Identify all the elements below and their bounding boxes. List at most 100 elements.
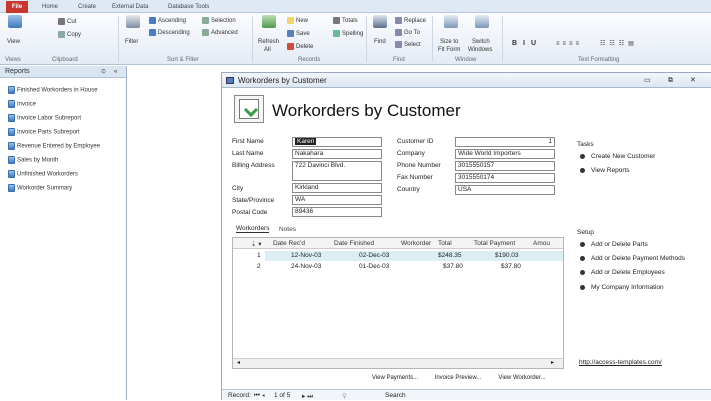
- company-information-link[interactable]: My Company Information: [580, 284, 664, 291]
- billing-address-field[interactable]: 722 Davinci Blvd.: [292, 161, 382, 181]
- nav-item-report[interactable]: Invoice Labor Subreport: [8, 114, 81, 122]
- nav-item-report[interactable]: Invoice Parts Subreport: [8, 128, 80, 136]
- report-icon: [8, 128, 15, 136]
- tab-home[interactable]: Home: [42, 1, 58, 13]
- add-delete-payment-methods-link[interactable]: Add or Delete Payment Methods: [580, 255, 685, 262]
- restore-icon[interactable]: ⧉: [668, 73, 673, 88]
- row-number: 1: [257, 252, 261, 259]
- refresh-button[interactable]: Refresh: [258, 38, 279, 46]
- tab-notes[interactable]: Notes: [279, 226, 296, 233]
- group-label-views: Views: [5, 57, 21, 63]
- nav-item-report[interactable]: Sales by Month: [8, 156, 58, 164]
- nav-item-report[interactable]: Invoice: [8, 100, 36, 108]
- binoculars-icon[interactable]: [373, 15, 387, 28]
- customer-id-field[interactable]: 1: [455, 137, 555, 147]
- country-field[interactable]: USA: [455, 185, 555, 195]
- close-icon[interactable]: ✕: [690, 73, 696, 88]
- phone-field[interactable]: 3015550157: [455, 161, 555, 171]
- record-position[interactable]: 1 of 5: [274, 392, 290, 399]
- list-format-buttons[interactable]: ☷☷☷▤: [600, 40, 638, 48]
- column-header-select[interactable]: ⇣ ▾: [251, 240, 262, 248]
- column-header-date-recd[interactable]: Date Rec'd: [273, 240, 305, 247]
- chevron-down-icon[interactable]: ⊙: [101, 66, 106, 78]
- nav-item-report[interactable]: Unfinished Workorders: [8, 170, 78, 178]
- row-date-recd: 12-Nov-03: [291, 252, 322, 259]
- filter-button[interactable]: Filter: [125, 38, 138, 46]
- column-header-workorder[interactable]: Workorder: [401, 240, 431, 247]
- copy-button[interactable]: Copy: [58, 31, 81, 39]
- view-icon[interactable]: [8, 15, 22, 28]
- new-record-button[interactable]: New: [287, 17, 308, 25]
- size-to-fit-icon[interactable]: [444, 15, 458, 28]
- view-button[interactable]: View: [7, 38, 20, 46]
- select-button[interactable]: Select: [395, 41, 421, 49]
- nav-item-report[interactable]: Workorder Summary: [8, 184, 72, 192]
- search-input[interactable]: Search: [385, 392, 406, 399]
- report-icon: [8, 114, 15, 122]
- column-header-total[interactable]: Total: [438, 240, 452, 247]
- column-header-amount[interactable]: Amou: [533, 240, 550, 247]
- find-button[interactable]: Find: [374, 38, 386, 46]
- add-delete-employees-link[interactable]: Add or Delete Employees: [580, 269, 665, 276]
- view-payments-button[interactable]: View Payments...: [367, 373, 423, 383]
- column-header-total-payment[interactable]: Total Payment: [474, 240, 515, 247]
- add-delete-parts-link[interactable]: Add or Delete Parts: [580, 241, 648, 248]
- sigma-icon: [333, 17, 340, 24]
- selection-button[interactable]: Selection: [202, 17, 236, 25]
- first-name-value: Karen: [295, 138, 317, 145]
- filter-icon[interactable]: [126, 15, 140, 28]
- text-format-buttons[interactable]: BIU: [512, 40, 542, 48]
- row-total: $248.35: [438, 252, 462, 259]
- totals-label: Totals: [342, 18, 358, 25]
- column-header-date-finished[interactable]: Date Finished: [334, 240, 374, 247]
- delete-button[interactable]: Delete: [287, 43, 313, 51]
- cut-button[interactable]: Cut: [58, 18, 76, 26]
- tab-external-data[interactable]: External Data: [112, 1, 148, 13]
- tab-database-tools[interactable]: Database Tools: [168, 1, 209, 13]
- filter-status[interactable]: ⚲: [342, 392, 347, 400]
- company-field[interactable]: Wide World Importers: [455, 149, 555, 159]
- city-field[interactable]: Kirkland: [292, 183, 382, 193]
- billing-address-label: Billing Address: [232, 162, 275, 169]
- selection-icon: [202, 17, 209, 24]
- save-button[interactable]: Save: [287, 30, 310, 38]
- collapse-icon[interactable]: «: [114, 66, 117, 78]
- totals-button[interactable]: Totals: [333, 17, 358, 25]
- last-name-field[interactable]: Nakahara: [292, 149, 382, 159]
- create-new-customer-link[interactable]: Create New Customer: [580, 153, 655, 160]
- website-link[interactable]: http://access-templates.com/: [579, 359, 662, 366]
- advanced-button[interactable]: Advanced: [202, 29, 238, 37]
- bullet-icon: [580, 167, 585, 173]
- goto-button[interactable]: Go To: [395, 29, 420, 37]
- postal-code-field[interactable]: 89436: [292, 207, 382, 217]
- nav-item-report[interactable]: Revenue Entered by Employee: [8, 142, 100, 150]
- spelling-button[interactable]: Spelling: [333, 30, 363, 38]
- first-name-field[interactable]: Karen: [292, 137, 382, 147]
- invoice-preview-button[interactable]: Invoice Preview...: [427, 373, 489, 383]
- descending-button[interactable]: Descending: [149, 29, 190, 37]
- refresh-icon[interactable]: [262, 15, 276, 28]
- tab-file[interactable]: File: [6, 1, 28, 13]
- first-record-icon[interactable]: ⏮◂: [254, 392, 267, 400]
- replace-button[interactable]: Replace: [395, 17, 426, 25]
- switch-windows-button[interactable]: Switch: [472, 38, 490, 46]
- view-reports-link[interactable]: View Reports: [580, 167, 630, 174]
- last-name-label: Last Name: [232, 150, 264, 157]
- fax-field[interactable]: 3015550174: [455, 173, 555, 183]
- nav-item-report[interactable]: Finished Workorders in House: [8, 86, 98, 94]
- alignment-buttons[interactable]: ≡≡≡≡: [556, 40, 582, 48]
- scroll-right-icon[interactable]: ▸: [551, 359, 554, 366]
- scroll-left-icon[interactable]: ◂: [237, 359, 240, 366]
- row-number: 2: [257, 263, 261, 270]
- tab-workorders[interactable]: Workorders: [236, 225, 270, 233]
- minimize-icon[interactable]: ▭: [644, 73, 651, 88]
- tab-create[interactable]: Create: [78, 1, 96, 13]
- view-workorder-button[interactable]: View Workorder...: [493, 373, 551, 383]
- horizontal-scrollbar[interactable]: ◂ ▸: [233, 358, 563, 368]
- size-to-fit-button[interactable]: Size to: [440, 38, 458, 46]
- nav-pane-header[interactable]: Reports ⊙ «: [0, 66, 126, 78]
- ascending-button[interactable]: Ascending: [149, 17, 186, 25]
- switch-windows-label: Windows: [468, 47, 493, 53]
- switch-windows-icon[interactable]: [475, 15, 489, 28]
- state-field[interactable]: WA: [292, 195, 382, 205]
